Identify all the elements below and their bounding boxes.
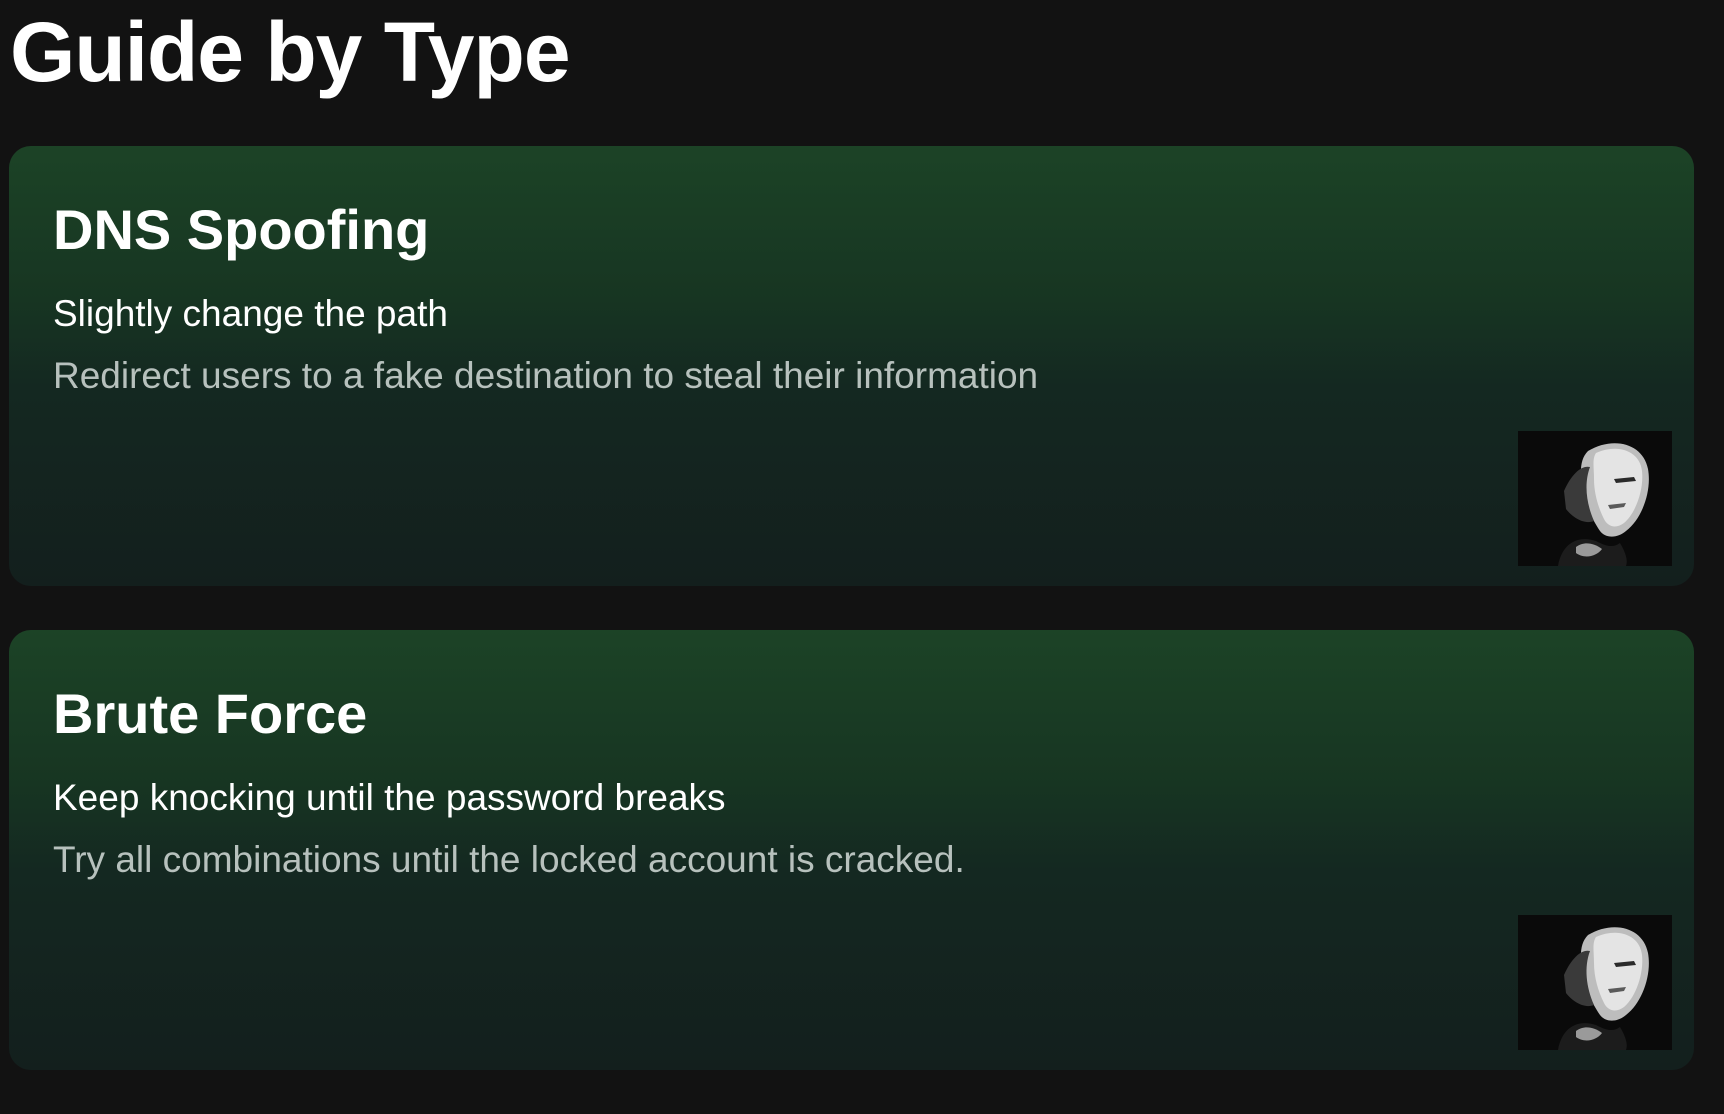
card-title: DNS Spoofing [53,198,430,261]
page-title: Guide by Type [10,5,571,99]
face-portrait-icon [1518,915,1672,1050]
card-description: Redirect users to a fake destination to … [53,355,1039,396]
face-portrait-icon [1518,431,1672,566]
guide-card-brute-force[interactable]: Brute Force Keep knocking until the pass… [9,630,1694,1070]
card-description: Try all combinations until the locked ac… [53,839,965,880]
card-subtitle: Slightly change the path [53,293,448,334]
guide-card-dns-spoofing[interactable]: DNS Spoofing Slightly change the path Re… [9,146,1694,586]
guide-card-list: DNS Spoofing Slightly change the path Re… [9,146,1694,1114]
card-title: Brute Force [53,682,368,745]
card-subtitle: Keep knocking until the password breaks [53,777,726,818]
